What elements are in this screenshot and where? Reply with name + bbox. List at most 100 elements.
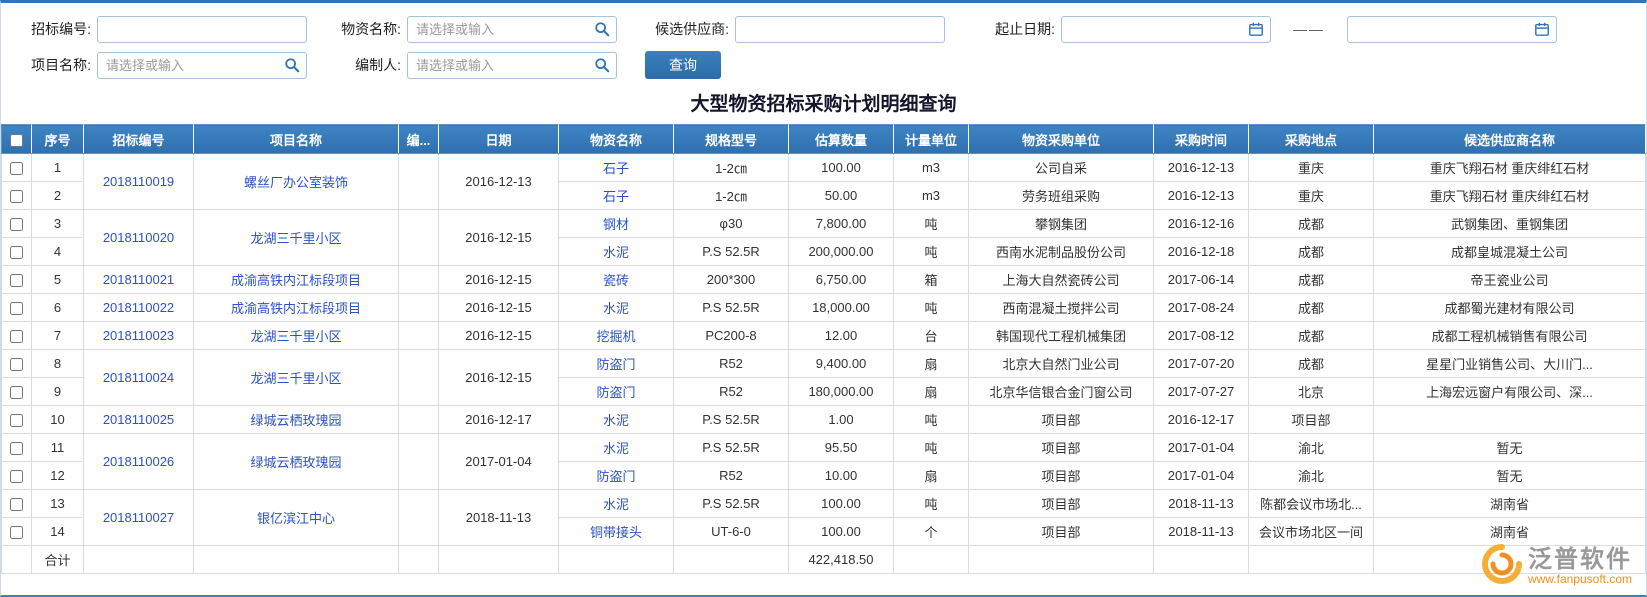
candidate-supplier-input[interactable] — [735, 16, 945, 43]
purchase-unit-cell: 公司自采 — [969, 154, 1154, 182]
search-icon[interactable] — [592, 55, 612, 75]
row-checkbox[interactable] — [10, 162, 23, 175]
row-checkbox[interactable] — [10, 442, 23, 455]
date-start-input[interactable] — [1061, 16, 1271, 43]
table-row: 12018110019螺丝厂办公室装饰2016-12-13石子1-2㎝100.0… — [2, 154, 1646, 182]
row-checkbox[interactable] — [10, 526, 23, 539]
date-cell: 2016-12-15 — [439, 266, 559, 294]
row-checkbox[interactable] — [10, 414, 23, 427]
material-link[interactable]: 水泥 — [603, 245, 629, 260]
column-header: 物资采购单位 — [969, 125, 1154, 154]
column-header: 序号 — [32, 125, 84, 154]
project-name-input[interactable] — [97, 52, 307, 79]
search-icon[interactable] — [282, 55, 302, 75]
material-link[interactable]: 钢材 — [603, 217, 629, 232]
bid-link[interactable]: 2018110024 — [103, 370, 174, 385]
row-select-cell — [2, 154, 32, 182]
project-link[interactable]: 龙湖三千里小区 — [250, 371, 341, 386]
table-row: 102018110025绿城云栖玫瑰园2016-12-17水泥P.S 52.5R… — [2, 406, 1646, 434]
row-checkbox[interactable] — [10, 498, 23, 511]
project-link[interactable]: 成渝高铁内江标段项目 — [231, 301, 361, 316]
bid-link[interactable]: 2018110023 — [103, 328, 174, 343]
location-cell: 成都 — [1249, 350, 1374, 378]
purchase-time-cell: 2017-08-24 — [1154, 294, 1249, 322]
seq-cell: 12 — [32, 462, 84, 490]
spec-cell: R52 — [674, 462, 789, 490]
project-link[interactable]: 绿城云栖玫瑰园 — [250, 455, 341, 470]
bid-link[interactable]: 2018110026 — [103, 454, 174, 469]
bid-link[interactable]: 2018110022 — [103, 300, 174, 315]
bid-link[interactable]: 2018110021 — [103, 272, 174, 287]
location-cell: 成都 — [1249, 294, 1374, 322]
material-link[interactable]: 水泥 — [603, 413, 629, 428]
seq-cell: 3 — [32, 210, 84, 238]
project-link[interactable]: 龙湖三千里小区 — [250, 231, 341, 246]
material-link[interactable]: 防盗门 — [596, 357, 635, 372]
compiler-input[interactable] — [407, 52, 617, 79]
material-link[interactable]: 防盗门 — [596, 469, 635, 484]
material-link[interactable]: 挖掘机 — [596, 329, 635, 344]
qty-cell: 95.50 — [789, 434, 894, 462]
project-cell: 银亿滨江中心 — [194, 490, 399, 546]
column-header: 规格型号 — [674, 125, 789, 154]
project-link[interactable]: 成渝高铁内江标段项目 — [231, 273, 361, 288]
row-checkbox[interactable] — [10, 330, 23, 343]
location-cell: 成都 — [1249, 210, 1374, 238]
row-checkbox[interactable] — [10, 386, 23, 399]
calendar-icon[interactable] — [1246, 19, 1266, 39]
compiler-cell — [399, 350, 439, 406]
total-time-cell — [1154, 546, 1249, 574]
row-checkbox[interactable] — [10, 218, 23, 231]
unit-cell: 扇 — [894, 350, 969, 378]
row-select-cell — [2, 462, 32, 490]
row-checkbox[interactable] — [10, 302, 23, 315]
row-checkbox[interactable] — [10, 246, 23, 259]
bid-link[interactable]: 2018110019 — [103, 174, 174, 189]
calendar-icon[interactable] — [1532, 19, 1552, 39]
material-link[interactable]: 瓷砖 — [603, 273, 629, 288]
supplier-cell: 重庆飞翔石材 重庆绯红石材 — [1374, 182, 1646, 210]
row-checkbox[interactable] — [10, 274, 23, 287]
purchase-unit-cell: 北京大自然门业公司 — [969, 350, 1154, 378]
material-link[interactable]: 水泥 — [603, 497, 629, 512]
total-label-cell: 合计 — [32, 546, 84, 574]
material-link[interactable]: 石子 — [603, 161, 629, 176]
project-link[interactable]: 银亿滨江中心 — [257, 511, 335, 526]
filter-panel: 招标编号: 物资名称: 候选供应商: — [1, 3, 1646, 85]
bid-cell: 2018110025 — [84, 406, 194, 434]
total-date-cell — [439, 546, 559, 574]
project-link[interactable]: 绿城云栖玫瑰园 — [250, 413, 341, 428]
date-end-input[interactable] — [1347, 16, 1557, 43]
query-button[interactable]: 查询 — [645, 51, 721, 79]
project-cell: 龙湖三千里小区 — [194, 210, 399, 266]
column-header: 采购地点 — [1249, 125, 1374, 154]
purchase-unit-cell: 项目部 — [969, 462, 1154, 490]
spec-cell: 1-2㎝ — [674, 182, 789, 210]
project-link[interactable]: 龙湖三千里小区 — [250, 329, 341, 344]
purchase-unit-cell: 韩国现代工程机械集团 — [969, 322, 1154, 350]
spec-cell: 1-2㎝ — [674, 154, 789, 182]
row-checkbox[interactable] — [10, 470, 23, 483]
bid-link[interactable]: 2018110027 — [103, 510, 174, 525]
material-name-input[interactable] — [407, 16, 617, 43]
qty-cell: 1.00 — [789, 406, 894, 434]
material-link[interactable]: 石子 — [603, 189, 629, 204]
material-link[interactable]: 水泥 — [603, 441, 629, 456]
unit-cell: 吨 — [894, 434, 969, 462]
select-all-checkbox[interactable] — [10, 134, 23, 147]
bid-link[interactable]: 2018110020 — [103, 230, 174, 245]
bid-link[interactable]: 2018110025 — [103, 412, 174, 427]
total-spec-cell — [674, 546, 789, 574]
date-cell: 2018-11-13 — [439, 490, 559, 546]
project-link[interactable]: 螺丝厂办公室装饰 — [244, 175, 348, 190]
bid-no-input[interactable] — [97, 16, 307, 43]
column-header: 计量单位 — [894, 125, 969, 154]
material-link[interactable]: 防盗门 — [596, 385, 635, 400]
row-checkbox[interactable] — [10, 190, 23, 203]
row-checkbox[interactable] — [10, 358, 23, 371]
spec-cell: φ30 — [674, 210, 789, 238]
qty-cell: 100.00 — [789, 490, 894, 518]
material-link[interactable]: 水泥 — [603, 301, 629, 316]
search-icon[interactable] — [592, 19, 612, 39]
material-link[interactable]: 铜带接头 — [590, 525, 642, 540]
